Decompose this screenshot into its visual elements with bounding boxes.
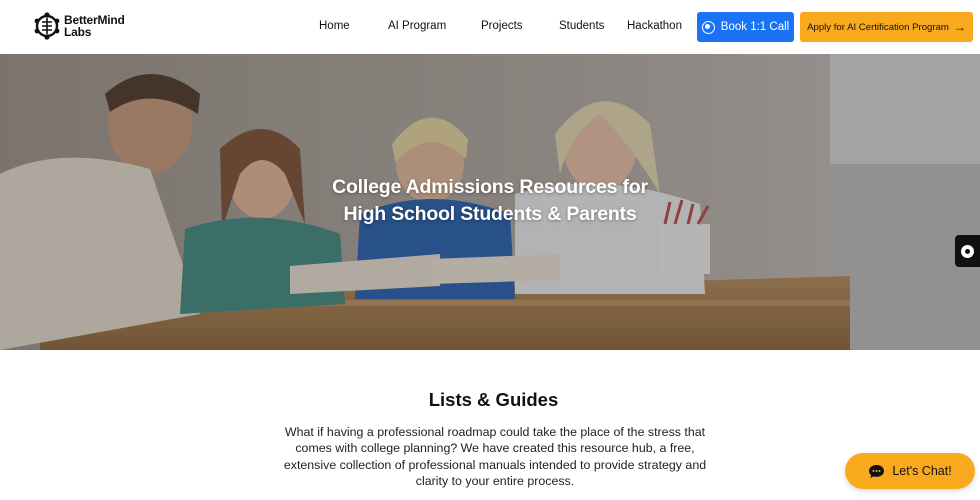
brain-circuit-icon [34, 12, 60, 40]
section-description: What if having a professional roadmap co… [283, 425, 707, 488]
book-call-button[interactable]: Book 1:1 Call [697, 12, 794, 42]
feedback-side-tab[interactable] [955, 235, 980, 267]
hero-title: College Admissions Resources for High Sc… [0, 174, 980, 228]
chat-button[interactable]: Let's Chat! [845, 453, 975, 489]
apply-certification-button[interactable]: Apply for AI Certification Program → [800, 12, 973, 42]
chat-label: Let's Chat! [892, 464, 952, 478]
nav-students[interactable]: Students [559, 20, 604, 32]
hero-title-line2: High School Students & Parents [343, 203, 637, 225]
target-icon [701, 20, 715, 34]
site-header: BetterMind Labs Home AI Program Projects… [0, 0, 980, 54]
chat-bubble-icon [961, 244, 974, 258]
hero-title-line1: College Admissions Resources for [332, 176, 648, 198]
nav-hackathon[interactable]: Hackathon [627, 20, 682, 32]
hero-banner: College Admissions Resources for High Sc… [0, 54, 980, 350]
arrow-right-icon: → [953, 20, 966, 34]
chat-icon [869, 464, 885, 478]
nav-home[interactable]: Home [319, 20, 350, 32]
brand-logo[interactable]: BetterMind Labs [34, 12, 125, 40]
apply-certification-label: Apply for AI Certification Program [807, 21, 949, 33]
section-title: Lists & Guides [428, 389, 559, 410]
nav-projects[interactable]: Projects [481, 20, 523, 32]
brand-name-line2: Labs [64, 25, 92, 39]
brand-name: BetterMind Labs [64, 14, 125, 38]
book-call-label: Book 1:1 Call [720, 21, 790, 33]
nav-ai-program[interactable]: AI Program [388, 20, 446, 32]
